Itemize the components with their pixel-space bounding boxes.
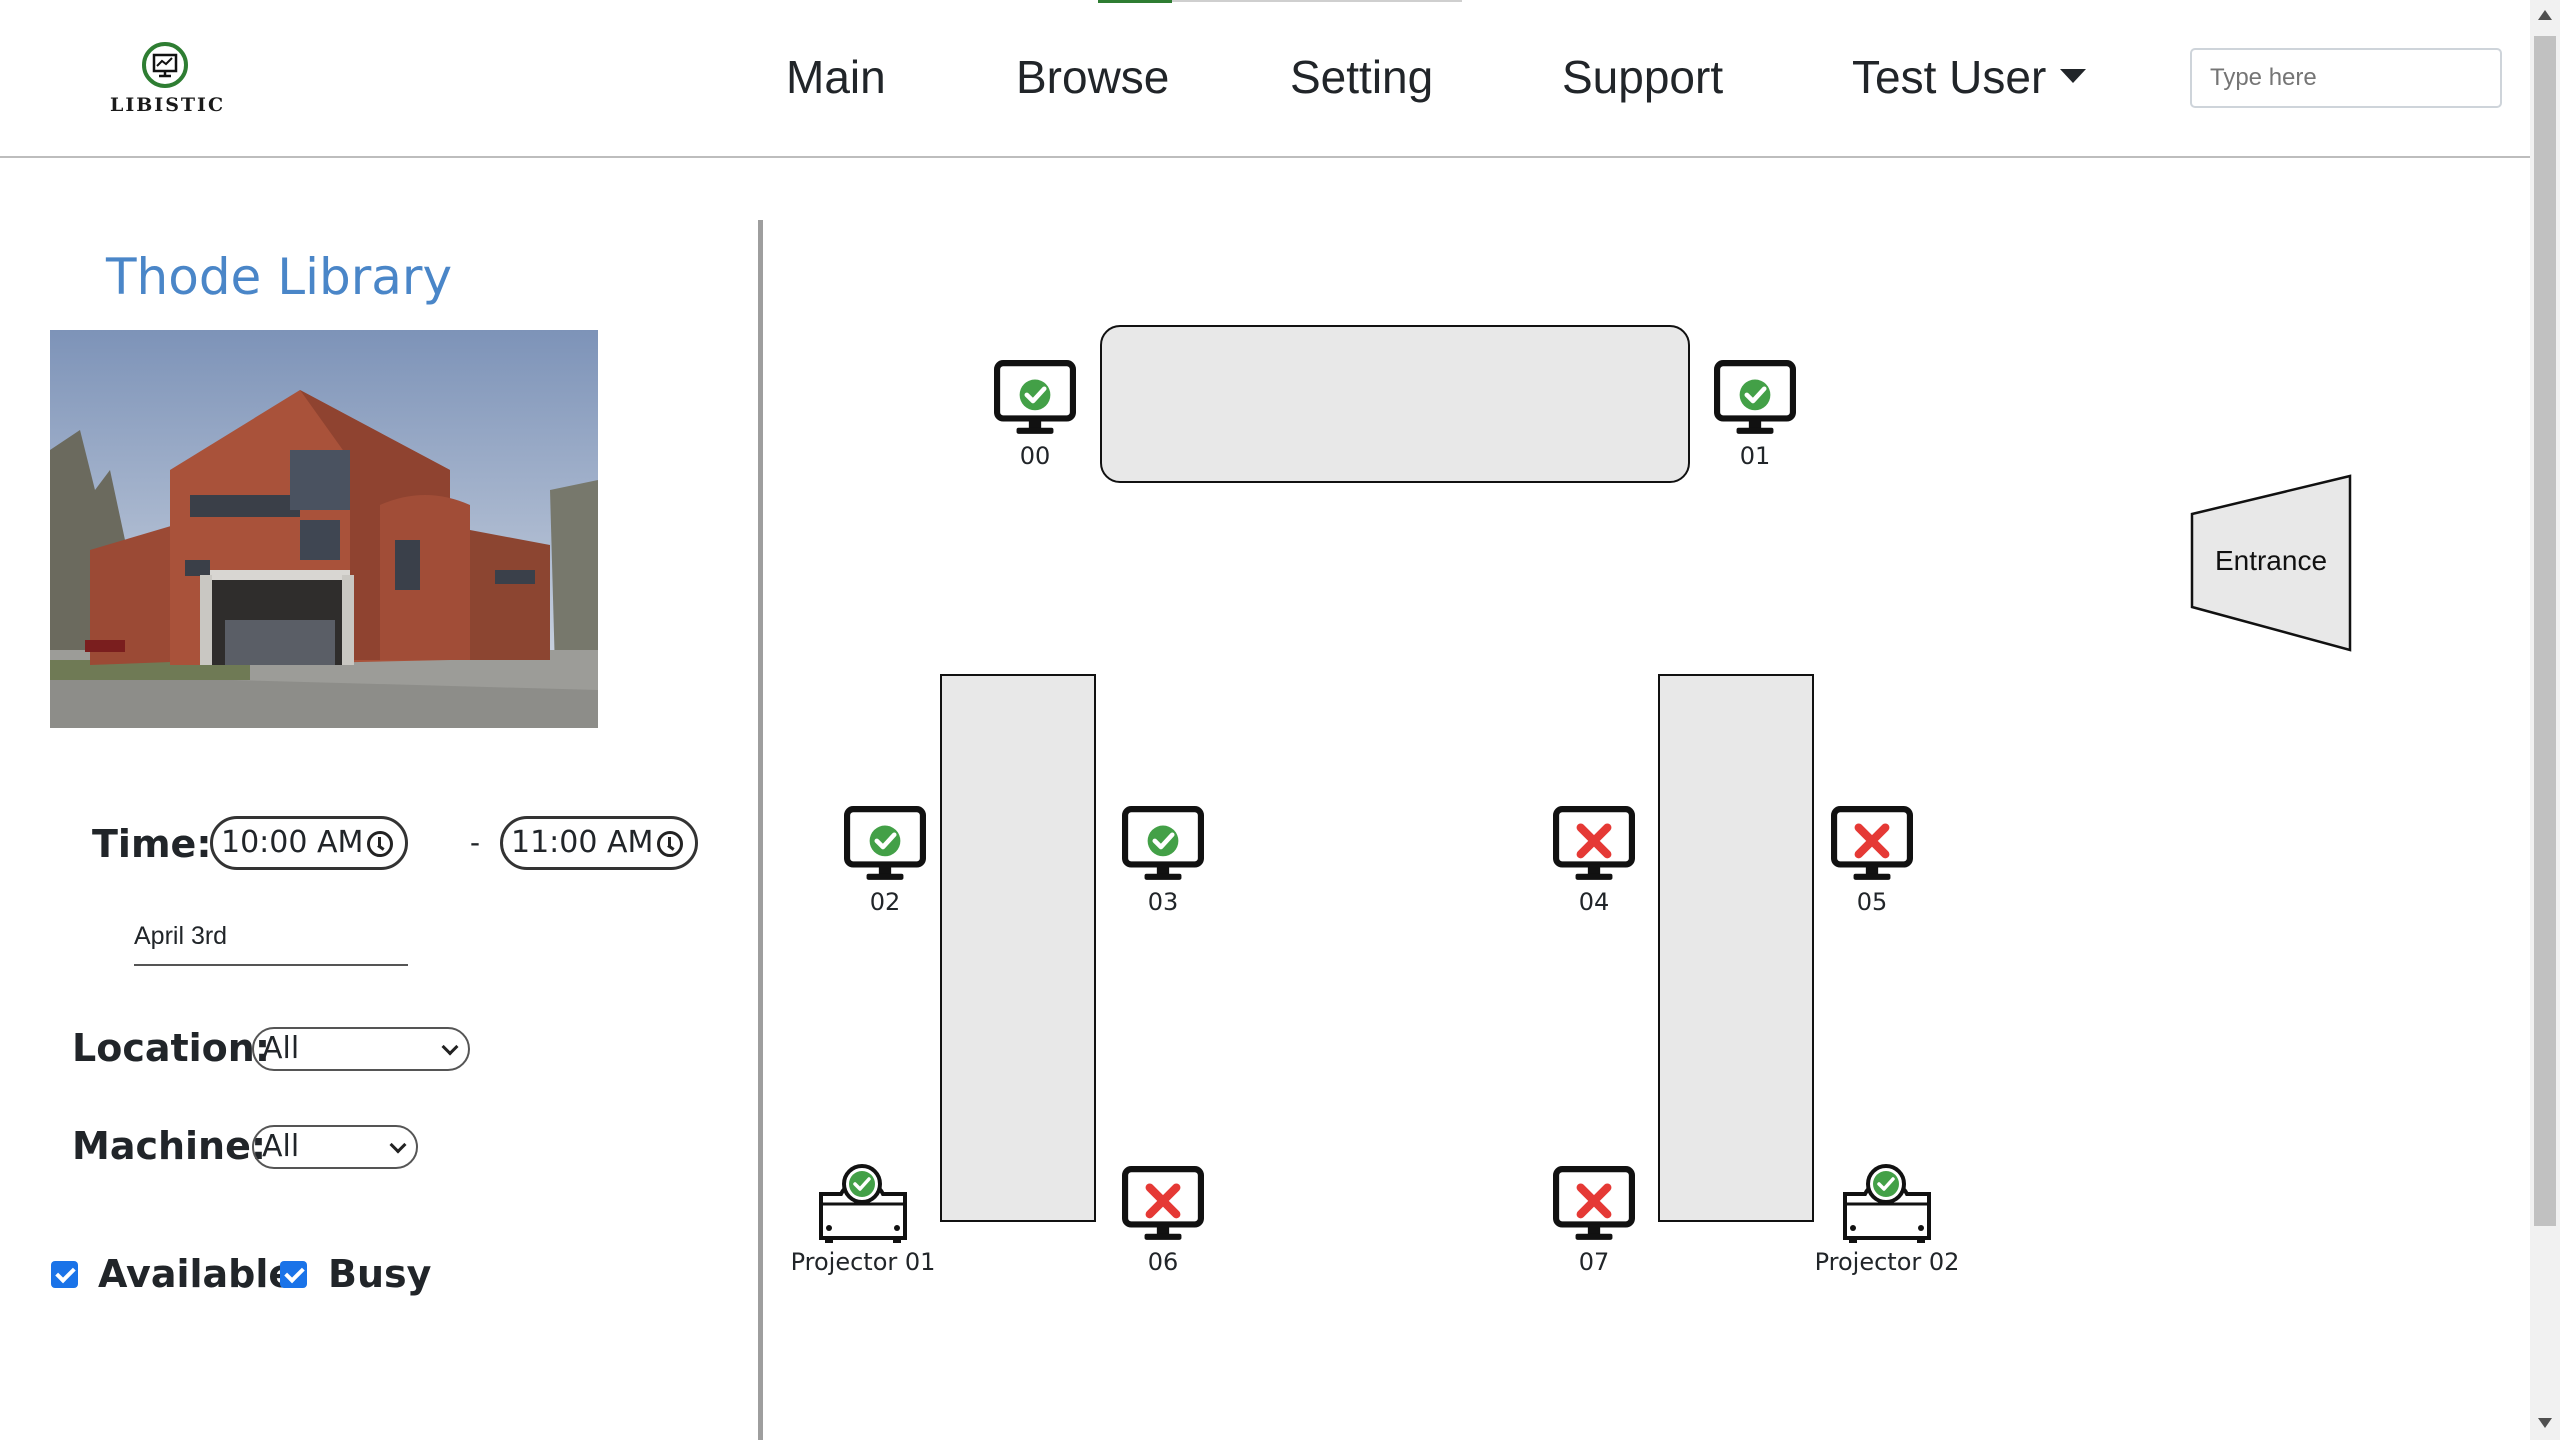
end-time-value: 11:00 AM [511,825,654,860]
station-label: 00 [1019,442,1051,470]
computer-busy-icon [1083,1166,1243,1244]
station-label: 07 [1578,1248,1610,1276]
page-scrollbar[interactable] [2530,0,2560,1440]
panel-divider [758,220,763,1440]
time-separator: - [470,826,480,859]
station-00[interactable]: 00 [955,360,1115,470]
nav-support[interactable]: Support [1562,50,1723,104]
busy-checkbox[interactable] [280,1261,307,1288]
logo[interactable]: LIBISTIC [110,40,226,120]
station-projector-02[interactable]: Projector 02 [1807,1164,1967,1276]
library-title: Thode Library [106,248,453,306]
location-label: Location: [72,1026,271,1070]
busy-label[interactable]: Busy [328,1252,431,1296]
table-right [1658,674,1814,1222]
computer-available-icon [1083,806,1243,884]
logo-icon [142,42,188,88]
machine-label: Machine: [72,1124,267,1168]
user-menu[interactable]: Test User [1852,50,2087,104]
station-label: 04 [1578,888,1610,916]
station-03[interactable]: 03 [1083,806,1243,916]
station-07[interactable]: 07 [1514,1166,1674,1276]
computer-available-icon [805,806,965,884]
station-label: Projector 01 [790,1248,936,1276]
machine-select[interactable]: All [252,1125,418,1169]
station-label: 06 [1147,1248,1179,1276]
user-name: Test User [1852,51,2047,103]
location-select[interactable]: All [252,1027,470,1071]
projector-available-icon [1807,1164,1967,1244]
active-nav-indicator [1098,0,1172,3]
start-time-value: 10:00 AM [221,825,364,860]
nav-browse[interactable]: Browse [1016,50,1169,104]
entrance-label: Entrance [2214,545,2328,576]
station-label: 05 [1856,888,1888,916]
chevron-down-icon [441,1038,459,1056]
station-label: 03 [1147,888,1179,916]
station-01[interactable]: 01 [1675,360,1835,470]
station-05[interactable]: 05 [1792,806,1952,916]
computer-busy-icon [1514,806,1674,884]
search-input[interactable] [2190,48,2502,108]
top-navbar: LIBISTIC Main Browse Setting Support Tes… [0,0,2530,158]
start-time-input[interactable]: 10:00 AM [210,816,408,870]
clock-icon[interactable] [367,831,393,857]
end-time-input[interactable]: 11:00 AM [500,816,698,870]
time-label: Time: [92,822,212,866]
station-04[interactable]: 04 [1514,806,1674,916]
station-label: 01 [1739,442,1771,470]
logo-text: LIBISTIC [110,94,226,116]
clock-icon[interactable] [657,831,683,857]
date-field[interactable]: April 3rd [134,914,408,966]
station-projector-01[interactable]: Projector 01 [783,1164,943,1276]
machine-selected-value: All [262,1129,300,1164]
available-checkbox[interactable] [51,1261,78,1288]
computer-available-icon [955,360,1115,438]
library-photo [50,330,598,728]
station-label: Projector 02 [1814,1248,1960,1276]
caret-down-icon [2060,69,2087,83]
location-selected-value: All [262,1031,300,1066]
computer-busy-icon [1514,1166,1674,1244]
scroll-down-arrow-icon[interactable] [2538,1418,2552,1428]
projector-available-icon [783,1164,943,1244]
scroll-up-arrow-icon[interactable] [2538,10,2552,20]
table-left [940,674,1096,1222]
station-06[interactable]: 06 [1083,1166,1243,1276]
computer-available-icon [1675,360,1835,438]
nav-indicator-track [1172,0,1462,2]
scrollbar-thumb[interactable] [2534,36,2556,1226]
station-02[interactable]: 02 [805,806,965,916]
computer-busy-icon [1792,806,1952,884]
station-label: 02 [869,888,901,916]
chevron-down-icon [389,1136,407,1154]
nav-main[interactable]: Main [786,50,886,104]
table-top [1100,325,1690,483]
available-label[interactable]: Available [98,1252,294,1296]
nav-setting[interactable]: Setting [1290,50,1433,104]
